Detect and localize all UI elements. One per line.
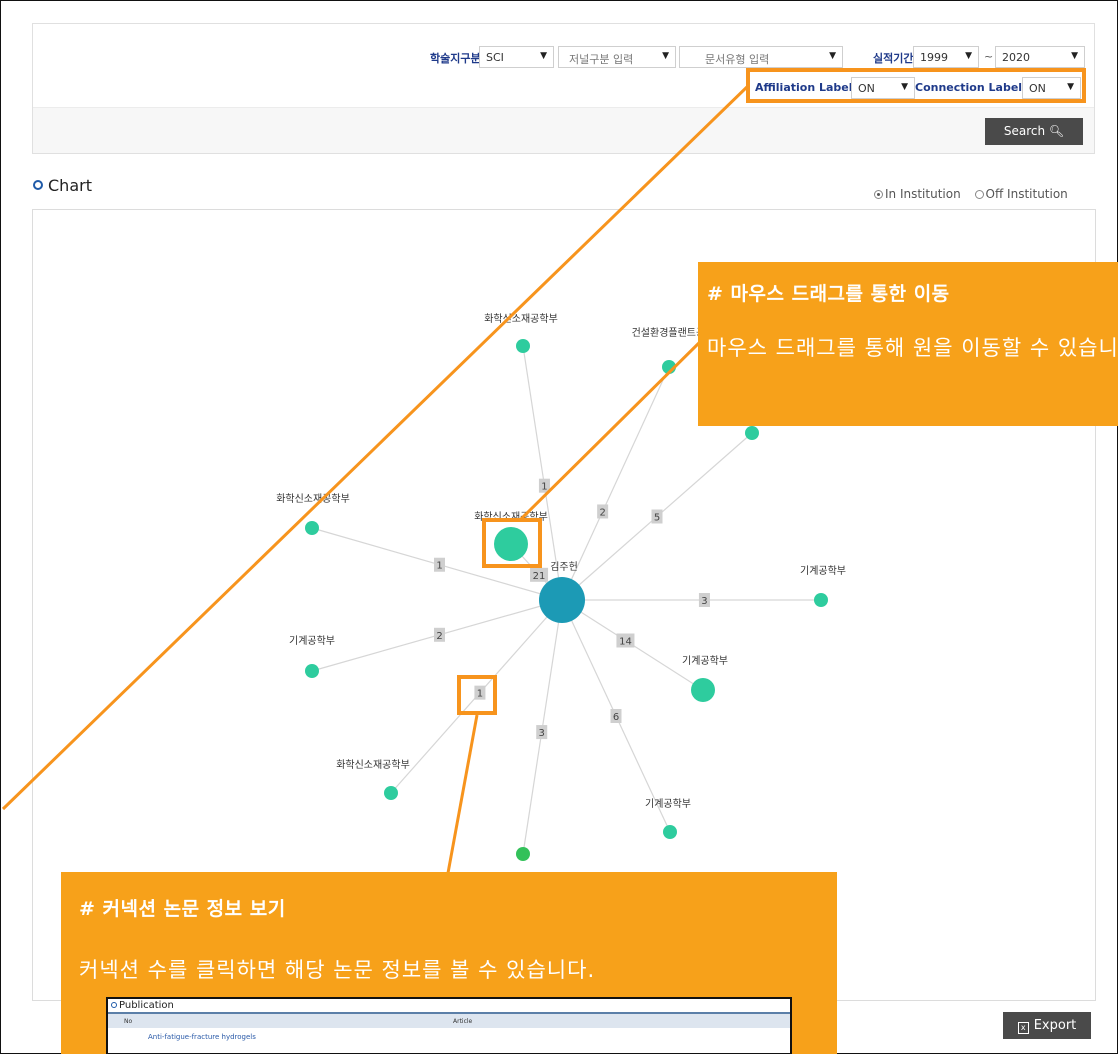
- journal-select-value: SCI: [486, 51, 504, 64]
- affiliation-node[interactable]: [691, 678, 715, 702]
- radio-in-label: In Institution: [885, 187, 961, 201]
- search-icon: 🔍︎: [1048, 124, 1065, 138]
- affiliation-node[interactable]: [384, 786, 398, 800]
- connection-callout-title: # 커넥션 논문 정보 보기: [79, 898, 286, 920]
- chart-title-text: Chart: [48, 176, 92, 195]
- edge-line: [561, 366, 670, 601]
- center-author-node[interactable]: [539, 577, 585, 623]
- link-count-label[interactable]: 14: [619, 637, 632, 648]
- node-label: 기계공학부: [289, 635, 335, 647]
- connection-callout-text: 커넥션 수를 클릭하면 해당 논문 정보를 볼 수 있습니다.: [79, 958, 596, 982]
- drag-callout-text: 마우스 드래그를 통해 원을 이동할 수 있습니다.: [707, 336, 1118, 360]
- bullet-icon: [33, 180, 43, 190]
- link-count-label[interactable]: 3: [539, 728, 545, 739]
- publication-title: Publication: [108, 999, 790, 1012]
- node-label: 기계공학부: [682, 655, 728, 667]
- journal-class-placeholder: 저널구분 입력: [569, 53, 634, 66]
- doc-type-placeholder: 문서유형 입력: [705, 53, 770, 66]
- year-from-value: 1999: [920, 51, 948, 64]
- link-count-label[interactable]: 2: [436, 631, 442, 642]
- node-label: 기계공학부: [800, 565, 846, 577]
- affiliation-node[interactable]: [516, 847, 530, 861]
- node-label: 화학신소재공학부: [336, 759, 410, 771]
- publication-preview: Publication No Article Anti-fatigue-frac…: [106, 997, 792, 1054]
- node-drag-highlight: [482, 518, 542, 568]
- dropdown-arrow-icon: ▼: [662, 51, 669, 61]
- journal-select[interactable]: SCI ▼: [479, 46, 554, 68]
- link-count-label[interactable]: 1: [436, 561, 442, 572]
- link-count-label[interactable]: 21: [533, 571, 546, 582]
- affiliation-node[interactable]: [516, 339, 530, 353]
- link-count-label[interactable]: 3: [701, 596, 707, 607]
- drag-callout: # 마우스 드래그를 통한 이동 마우스 드래그를 통해 원을 이동할 수 있습…: [698, 262, 1118, 426]
- dropdown-arrow-icon: ▼: [1071, 51, 1078, 61]
- year-to-value: 2020: [1002, 51, 1030, 64]
- article-link[interactable]: Anti-fatigue-fracture hydrogels: [148, 1033, 256, 1041]
- dropdown-arrow-icon: ▼: [829, 51, 836, 61]
- export-button-label: Export: [1033, 1018, 1077, 1033]
- journal-label: 학술지구분: [430, 52, 481, 65]
- affiliation-node[interactable]: [814, 593, 828, 607]
- link-count-highlight: [457, 675, 497, 715]
- drag-callout-title: # 마우스 드래그를 통한 이동: [707, 283, 950, 305]
- radio-off-institution[interactable]: Off Institution: [974, 187, 1068, 201]
- institution-radio-group: In Institution Off Institution: [874, 187, 1078, 201]
- journal-class-select[interactable]: 저널구분 입력 ▼: [558, 46, 676, 68]
- node-label: 화학신소재공학부: [484, 313, 558, 325]
- publication-title-text: Publication: [119, 1000, 174, 1011]
- dropdown-arrow-icon: ▼: [540, 51, 547, 61]
- node-label: 화학신소재공학부: [276, 493, 350, 505]
- link-count-label[interactable]: 2: [599, 507, 605, 518]
- period-label: 실적기간: [873, 52, 914, 65]
- node-label: 기계공학부: [645, 798, 691, 810]
- label-toggle-highlight: [746, 68, 1086, 103]
- link-count-label[interactable]: 5: [654, 513, 660, 524]
- radio-in-institution[interactable]: In Institution: [874, 187, 961, 201]
- search-button-label: Search: [1003, 124, 1046, 138]
- radio-unchecked-icon: [974, 190, 984, 199]
- search-button[interactable]: Search 🔍︎: [985, 118, 1083, 145]
- dropdown-arrow-icon: ▼: [965, 51, 972, 61]
- link-count-label[interactable]: 6: [613, 712, 619, 723]
- excel-icon: x: [1017, 1022, 1029, 1034]
- affiliation-node[interactable]: [305, 664, 319, 678]
- affiliation-node[interactable]: [663, 825, 677, 839]
- col-no: No: [124, 1018, 133, 1025]
- affiliation-node[interactable]: [305, 521, 319, 535]
- chart-section-title: Chart: [33, 176, 92, 195]
- publication-table-header: No Article: [108, 1012, 790, 1028]
- year-separator: ~: [984, 50, 994, 63]
- export-button[interactable]: x Export: [1003, 1012, 1091, 1039]
- year-to-select[interactable]: 2020 ▼: [995, 46, 1085, 68]
- bullet-icon: [111, 1002, 117, 1008]
- radio-checked-icon: [874, 190, 883, 199]
- col-article: Article: [453, 1018, 473, 1025]
- publication-row[interactable]: Anti-fatigue-fracture hydrogels: [108, 1028, 790, 1041]
- affiliation-node[interactable]: [745, 426, 759, 440]
- year-from-select[interactable]: 1999 ▼: [913, 46, 979, 68]
- radio-off-label: Off Institution: [985, 187, 1068, 201]
- doc-type-select[interactable]: 문서유형 입력 ▼: [679, 46, 843, 68]
- link-count-label[interactable]: 1: [541, 482, 547, 493]
- center-author-label: 김주헌: [550, 561, 578, 573]
- affiliation-node[interactable]: [662, 360, 676, 374]
